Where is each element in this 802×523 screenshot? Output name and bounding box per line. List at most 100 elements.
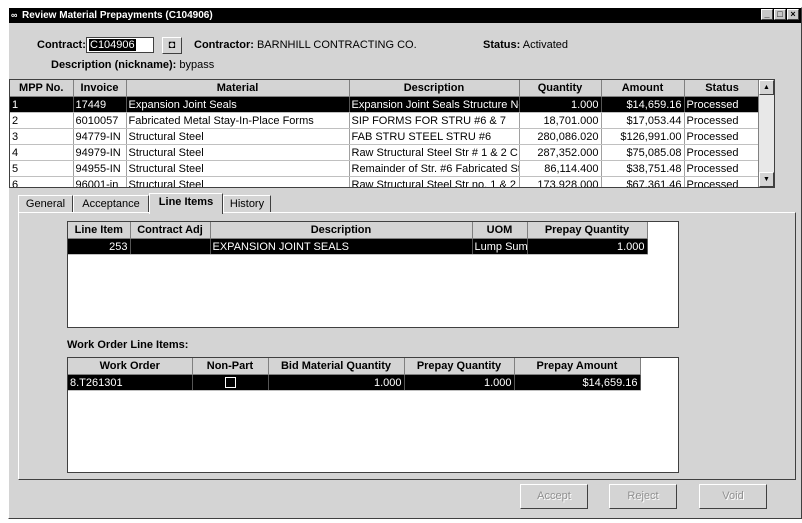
contract-lookup-button[interactable]: ◘	[162, 37, 182, 54]
line-item-cell: 253	[68, 238, 131, 255]
work-order-table: Work Order Non-Part Bid Material Quantit…	[67, 357, 679, 473]
scroll-up-button[interactable]: ▲	[759, 80, 774, 95]
mpp-table: MPP No. Invoice Material Description Qua…	[9, 79, 775, 188]
wo-prepay-quantity-cell: 1.000	[404, 374, 515, 391]
mpp-no-cell: 5	[10, 160, 74, 177]
material-cell: Expansion Joint Seals	[126, 96, 350, 113]
amount-cell: $14,659.16	[601, 96, 685, 113]
col-prepay-amount[interactable]: Prepay Amount	[514, 358, 641, 375]
close-button[interactable]: ×	[787, 9, 799, 20]
prepay-quantity-cell: 1.000	[527, 238, 648, 255]
mpp-no-cell: 2	[10, 112, 74, 129]
minimize-button[interactable]: _	[761, 9, 773, 20]
nickname-field: Description (nickname): bypass	[51, 59, 214, 71]
col-description[interactable]: Description	[349, 80, 520, 97]
tab-acceptance[interactable]: Acceptance	[73, 195, 149, 213]
work-order-cell: 8.T261301	[68, 374, 193, 391]
table-row[interactable]: 3 94779-IN Structural Steel FAB STRU STE…	[10, 128, 761, 145]
reject-button[interactable]: Reject	[609, 484, 677, 509]
prepay-amount-cell: $14,659.16	[514, 374, 641, 391]
contract-input[interactable]: C104906	[86, 37, 154, 53]
material-cell: Structural Steel	[126, 144, 350, 161]
table-row[interactable]: 2 6010057 Fabricated Metal Stay-In-Place…	[10, 112, 761, 129]
status-cell: Processed	[684, 112, 761, 129]
description-cell: Raw Structural Steel Str # 1 & 2 C pi	[349, 144, 520, 161]
material-cell: Structural Steel	[126, 160, 350, 177]
contract-value: C104906	[89, 39, 136, 51]
description-cell: Expansion Joint Seals Structure No.	[349, 96, 520, 113]
table-row[interactable]: 253 EXPANSION JOINT SEALS Lump Sum 1.000	[68, 238, 648, 255]
mpp-table-grid: MPP No. Invoice Material Description Qua…	[10, 80, 761, 187]
work-order-grid: Work Order Non-Part Bid Material Quantit…	[68, 358, 641, 391]
tab-line-items[interactable]: Line Items	[149, 193, 223, 214]
invoice-cell: 94779-IN	[73, 128, 127, 145]
description-cell: FAB STRU STEEL STRU #6	[349, 128, 520, 145]
material-cell: Structural Steel	[126, 176, 350, 187]
line-items-header-row: Line Item Contract Adj Description UOM P…	[68, 222, 648, 239]
col-wo-prepay-quantity[interactable]: Prepay Quantity	[404, 358, 515, 375]
table-row[interactable]: 4 94979-IN Structural Steel Raw Structur…	[10, 144, 761, 161]
col-status[interactable]: Status	[684, 80, 761, 97]
status-cell: Processed	[684, 96, 761, 113]
status-cell: Processed	[684, 160, 761, 177]
quantity-cell: 1.000	[519, 96, 602, 113]
col-mpp-no[interactable]: MPP No.	[10, 80, 74, 97]
line-items-table: Line Item Contract Adj Description UOM P…	[67, 221, 679, 328]
col-line-item[interactable]: Line Item	[68, 222, 131, 239]
line-description-cell: EXPANSION JOINT SEALS	[210, 238, 473, 255]
non-part-cell	[192, 374, 269, 391]
status-value: Activated	[522, 39, 568, 51]
contract-label: Contract:	[37, 39, 86, 51]
maximize-button[interactable]: □	[774, 9, 786, 20]
invoice-cell: 17449	[73, 96, 127, 113]
scroll-down-button[interactable]: ▼	[759, 172, 774, 187]
description-cell: Raw Structural Steel Str no. 1 & 2 "C	[349, 176, 520, 187]
col-bid-material-quantity[interactable]: Bid Material Quantity	[268, 358, 405, 375]
col-contract-adj[interactable]: Contract Adj	[130, 222, 211, 239]
quantity-cell: 18,701.000	[519, 112, 602, 129]
accept-button[interactable]: Accept	[520, 484, 588, 509]
quantity-cell: 173,928.000	[519, 176, 602, 187]
status-field: Status: Activated	[483, 39, 568, 51]
col-amount[interactable]: Amount	[601, 80, 685, 97]
status-cell: Processed	[684, 128, 761, 145]
window-controls: _ □ ×	[761, 9, 799, 20]
col-material[interactable]: Material	[126, 80, 350, 97]
table-row[interactable]: 6 96001-in Structural Steel Raw Structur…	[10, 176, 761, 187]
contract-label-text: Contract:	[37, 39, 86, 51]
tab-history[interactable]: History	[223, 195, 271, 213]
description-cell: Remainder of Str. #6 Fabricated Str.	[349, 160, 520, 177]
non-part-checkbox[interactable]	[224, 377, 236, 389]
col-invoice[interactable]: Invoice	[73, 80, 127, 97]
col-line-description[interactable]: Description	[210, 222, 473, 239]
app-icon: ∞	[11, 10, 18, 20]
status-cell: Processed	[684, 176, 761, 187]
status-label: Status:	[483, 39, 521, 51]
line-items-panel: Line Item Contract Adj Description UOM P…	[18, 212, 796, 480]
col-prepay-quantity[interactable]: Prepay Quantity	[527, 222, 648, 239]
mpp-header-row: MPP No. Invoice Material Description Qua…	[10, 80, 761, 97]
table-row[interactable]: 1 17449 Expansion Joint Seals Expansion …	[10, 96, 761, 113]
quantity-cell: 280,086.020	[519, 128, 602, 145]
tab-general[interactable]: General	[18, 195, 73, 213]
contractor-label: Contractor:	[194, 39, 254, 51]
mpp-no-cell: 4	[10, 144, 74, 161]
mpp-no-cell: 6	[10, 176, 74, 187]
contractor-value: BARNHILL CONTRACTING CO.	[256, 39, 417, 51]
material-cell: Fabricated Metal Stay-In-Place Forms	[126, 112, 350, 129]
mpp-table-scrollbar[interactable]: ▲ ▼	[758, 80, 774, 187]
table-row[interactable]: 8.T261301 1.000 1.000 $14,659.16	[68, 374, 641, 391]
title-bar: ∞ Review Material Prepayments (C104906) _…	[9, 8, 801, 23]
invoice-cell: 94979-IN	[73, 144, 127, 161]
work-order-section-label: Work Order Line Items:	[67, 339, 189, 351]
col-work-order[interactable]: Work Order	[68, 358, 193, 375]
quantity-cell: 287,352.000	[519, 144, 602, 161]
window-title: Review Material Prepayments (C104906)	[22, 10, 213, 21]
status-cell: Processed	[684, 144, 761, 161]
col-quantity[interactable]: Quantity	[519, 80, 602, 97]
col-uom[interactable]: UOM	[472, 222, 528, 239]
amount-cell: $75,085.08	[601, 144, 685, 161]
table-row[interactable]: 5 94955-IN Structural Steel Remainder of…	[10, 160, 761, 177]
void-button[interactable]: Void	[699, 484, 767, 509]
col-non-part[interactable]: Non-Part	[192, 358, 269, 375]
